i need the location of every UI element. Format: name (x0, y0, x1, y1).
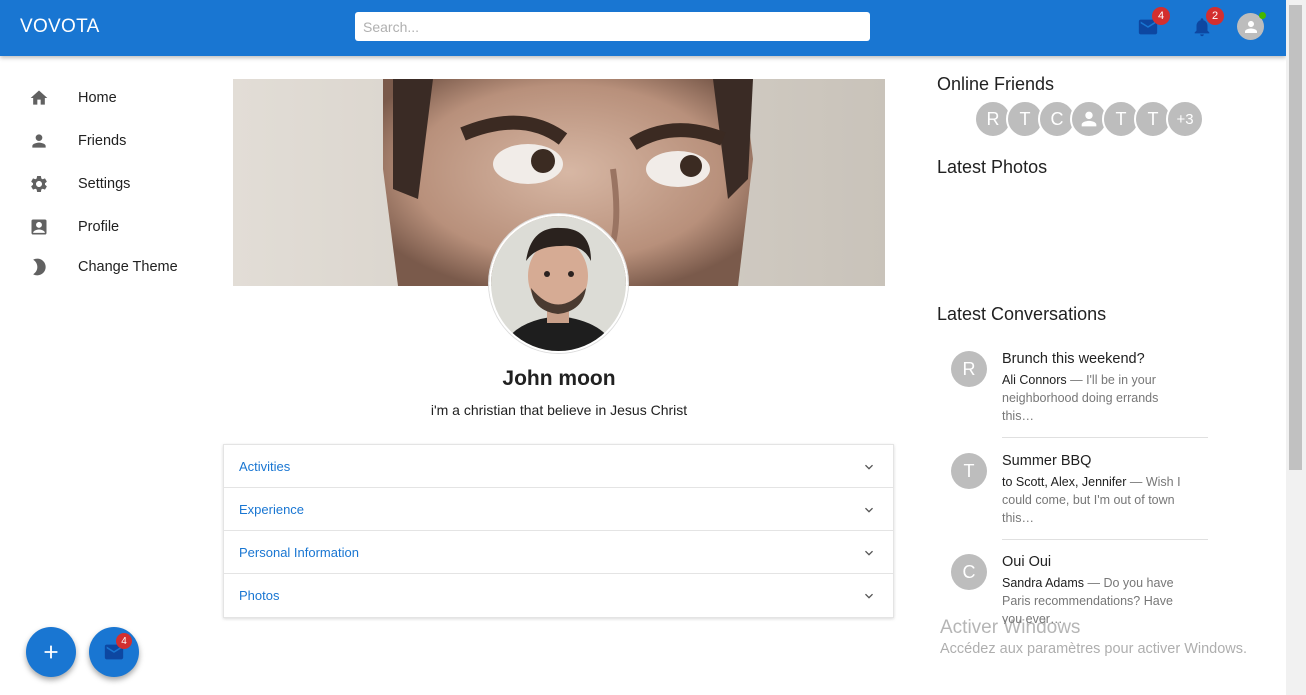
conversation-avatar: T (951, 453, 987, 489)
profile-bio: i'm a christian that believe in Jesus Ch… (430, 402, 688, 418)
accordion-label: Activities (239, 459, 291, 474)
sidebar-item-label: Settings (78, 176, 131, 192)
accordion-experience[interactable]: Experience (224, 488, 893, 531)
profile-avatar[interactable] (489, 214, 628, 353)
sidebar-item-label: Profile (78, 219, 120, 235)
plus-icon (44, 645, 58, 659)
messages-fab-button[interactable]: 4 (89, 627, 139, 677)
conversation-item[interactable]: T Summer BBQ to Scott, Alex, Jennifer — … (937, 453, 1212, 533)
conversation-title: Brunch this weekend? (1002, 351, 1145, 367)
online-status-dot (1259, 12, 1266, 19)
account-icon (1244, 20, 1257, 33)
person-icon (1081, 111, 1097, 127)
windows-activation-subtitle: Accédez aux paramètres pour activer Wind… (940, 641, 1248, 657)
messages-fab-badge: 4 (116, 633, 132, 649)
contact-card-icon (28, 216, 50, 238)
notifications-badge: 2 (1206, 7, 1224, 25)
moon-icon (28, 256, 50, 278)
conversation-sender: Sandra Adams (1002, 576, 1084, 590)
conversation-title: Summer BBQ (1002, 453, 1092, 469)
accordion-label: Photos (239, 588, 280, 603)
brand-logo[interactable]: VOVOTA (20, 16, 100, 38)
sidebar-item-friends[interactable]: Friends (0, 121, 210, 161)
sidebar-item-change-theme[interactable]: Change Theme (0, 247, 210, 287)
divider (1002, 437, 1208, 438)
search-input[interactable] (355, 12, 870, 41)
conversation-item[interactable]: C Oui Oui Sandra Adams — Do you have Par… (937, 554, 1212, 624)
more-friends-avatar[interactable]: +3 (1166, 100, 1204, 138)
person-icon (28, 130, 50, 152)
accordion-label: Experience (239, 502, 305, 517)
conversation-avatar: R (951, 351, 987, 387)
latest-conversations-title: Latest Conversations (937, 304, 1107, 324)
sidebar-item-settings[interactable]: Settings (0, 164, 210, 204)
conversation-avatar: C (951, 554, 987, 590)
profile-name: John moon (502, 367, 616, 390)
conversation-sender: to Scott, Alex, Jennifer (1002, 475, 1127, 489)
chevron-down-icon (865, 507, 873, 513)
conversation-preview: Ali Connors — I'll be in your neighborho… (1002, 371, 1192, 425)
app-bar: VOVOTA 4 2 (0, 0, 1286, 56)
chevron-down-icon (865, 464, 873, 470)
accordion-photos[interactable]: Photos (224, 574, 893, 617)
conversation-preview: to Scott, Alex, Jennifer — Wish I could … (1002, 473, 1192, 527)
sidebar-item-profile[interactable]: Profile (0, 207, 210, 247)
conversation-sender: Ali Connors (1002, 373, 1067, 387)
divider (1002, 539, 1208, 540)
accordion-activities[interactable]: Activities (224, 445, 893, 488)
sidebar-item-label: Change Theme (78, 259, 178, 275)
conversation-title: Oui Oui (1002, 554, 1052, 570)
scrollbar-thumb[interactable] (1289, 5, 1302, 470)
online-friends-title: Online Friends (937, 74, 1055, 94)
windows-activation-title: Activer Windows (940, 617, 1081, 638)
chevron-down-icon (865, 550, 873, 556)
gear-icon (28, 173, 50, 195)
chevron-down-icon (865, 593, 873, 599)
profile-accordion: Activities Experience Personal Informati… (223, 444, 894, 618)
online-friends-group: R T C T T +3 (974, 100, 1204, 138)
add-fab-button[interactable] (26, 627, 76, 677)
mail-button[interactable]: 4 (1135, 7, 1170, 40)
conversation-item[interactable]: R Brunch this weekend? Ali Connors — I'l… (937, 351, 1212, 431)
accordion-label: Personal Information (239, 545, 359, 560)
home-icon (28, 87, 50, 109)
account-avatar-button[interactable] (1237, 12, 1266, 40)
notifications-button[interactable]: 2 (1189, 7, 1224, 40)
mail-badge: 4 (1152, 7, 1170, 25)
latest-photos-title: Latest Photos (937, 157, 1048, 177)
sidebar-item-home[interactable]: Home (0, 78, 210, 118)
sidebar-item-label: Friends (78, 133, 127, 149)
accordion-personal-information[interactable]: Personal Information (224, 531, 893, 574)
sidebar-item-label: Home (78, 90, 117, 106)
